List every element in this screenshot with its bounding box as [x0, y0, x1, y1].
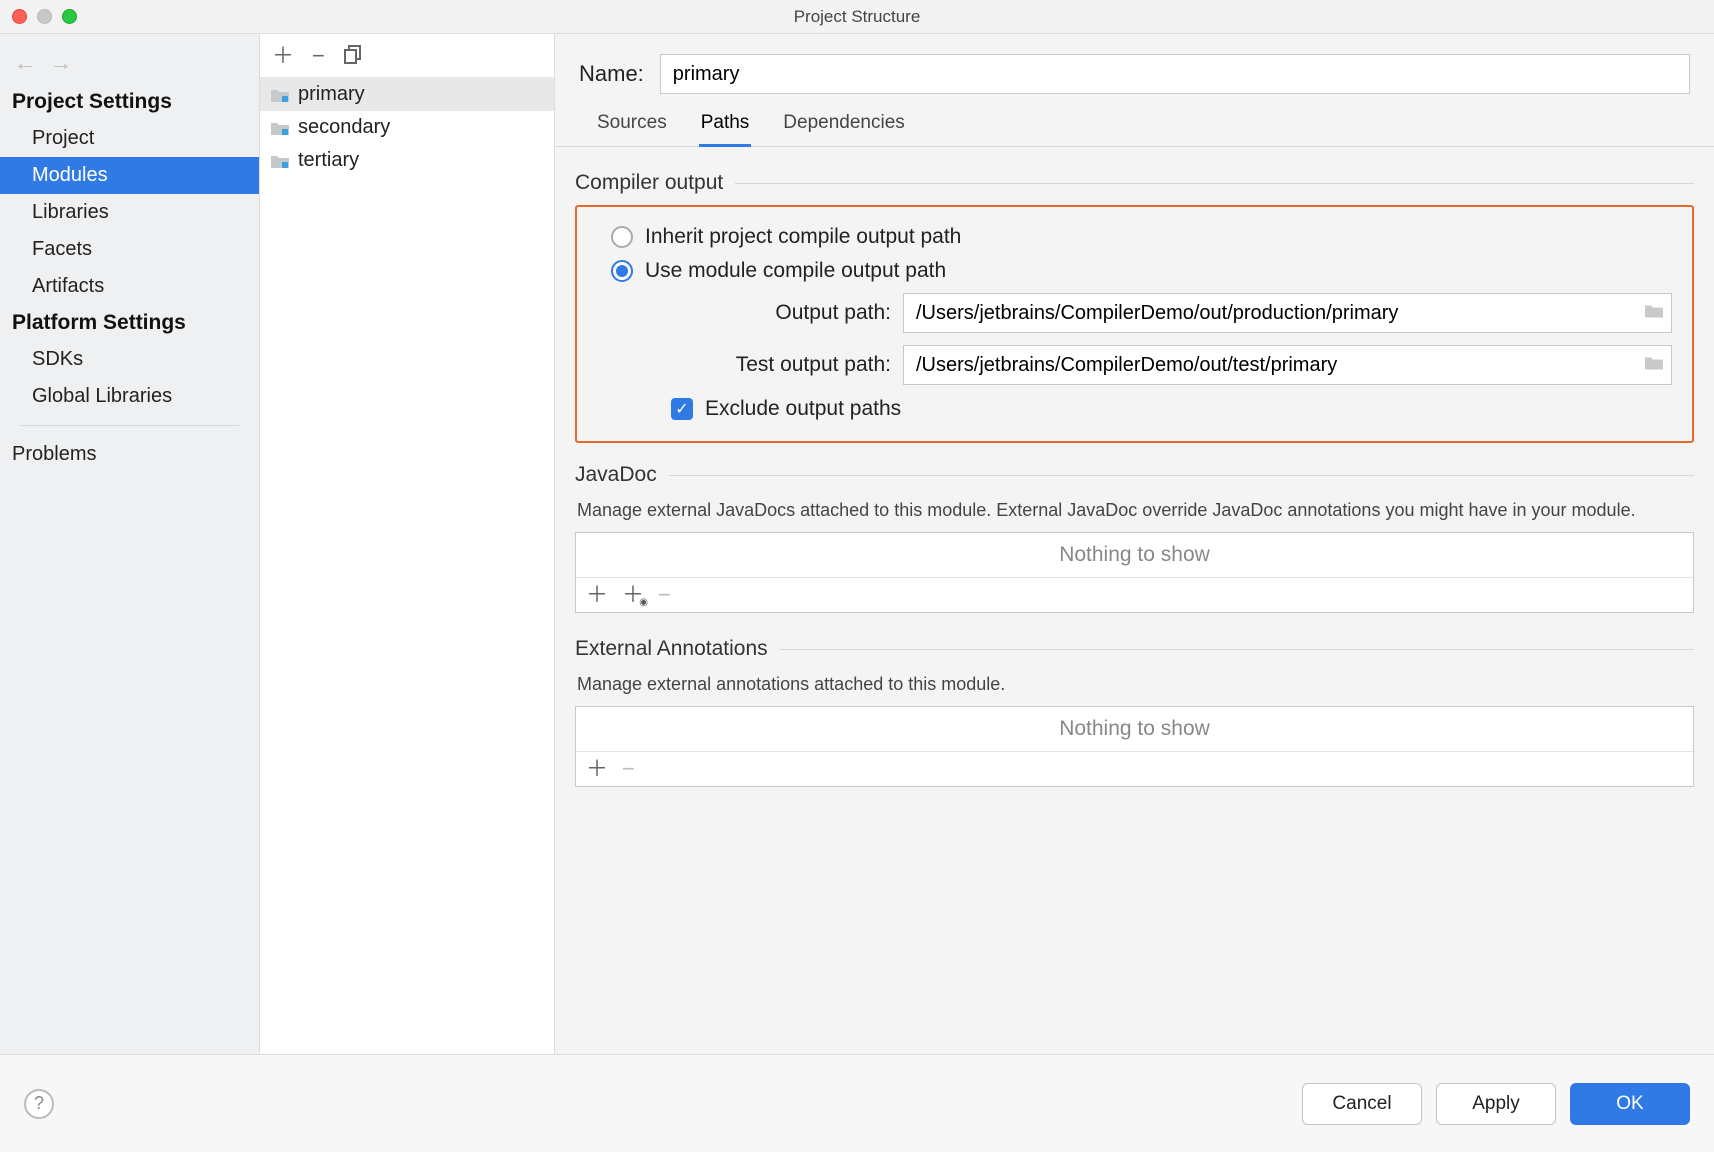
section-rule	[735, 183, 1694, 184]
tab-dependencies[interactable]: Dependencies	[781, 112, 906, 146]
javadoc-list: Nothing to show ＋ ＋◉ −	[575, 532, 1694, 613]
compiler-output-title: Compiler output	[575, 171, 723, 195]
javadoc-title: JavaDoc	[575, 463, 657, 487]
sidebar-item-libraries[interactable]: Libraries	[0, 194, 259, 231]
cancel-button[interactable]: Cancel	[1302, 1083, 1422, 1125]
nav-history: ← →	[0, 34, 259, 84]
module-toolbar: ＋ −	[260, 34, 554, 78]
module-item-secondary[interactable]: secondary	[260, 111, 554, 144]
inherit-radio-row[interactable]: Inherit project compile output path	[611, 225, 1672, 249]
ok-button[interactable]: OK	[1570, 1083, 1690, 1125]
sidebar-item-global-libraries[interactable]: Global Libraries	[0, 378, 259, 415]
titlebar: Project Structure	[0, 0, 1714, 34]
add-icon[interactable]: ＋	[586, 758, 608, 780]
folder-module-icon	[270, 87, 290, 103]
module-item-tertiary[interactable]: tertiary	[260, 144, 554, 177]
section-rule	[669, 475, 1694, 476]
module-item-label: secondary	[298, 116, 390, 139]
window-title: Project Structure	[0, 7, 1714, 27]
exclude-paths-checkbox-row[interactable]: ✓ Exclude output paths	[671, 397, 1672, 421]
checkbox-checked-icon[interactable]: ✓	[671, 398, 693, 420]
browse-folder-icon[interactable]	[1644, 303, 1664, 324]
folder-module-icon	[270, 120, 290, 136]
module-list-panel: ＋ − primary secondary tertiary	[260, 34, 555, 1054]
module-detail-panel: Name: Sources Paths Dependencies Compile…	[555, 34, 1714, 1054]
add-icon[interactable]: ＋	[586, 584, 608, 606]
output-path-label: Output path:	[661, 301, 891, 325]
remove-module-icon[interactable]: −	[312, 45, 325, 67]
add-module-icon[interactable]: ＋	[272, 45, 294, 67]
inherit-radio-label: Inherit project compile output path	[645, 225, 961, 249]
tab-sources[interactable]: Sources	[595, 112, 669, 146]
browse-folder-icon[interactable]	[1644, 355, 1664, 376]
module-item-label: tertiary	[298, 149, 359, 172]
use-module-radio-label: Use module compile output path	[645, 259, 946, 283]
sidebar: ← → Project Settings Project Modules Lib…	[0, 34, 260, 1054]
sidebar-item-sdks[interactable]: SDKs	[0, 341, 259, 378]
sidebar-item-problems[interactable]: Problems	[0, 436, 259, 473]
detail-tabs: Sources Paths Dependencies	[555, 94, 1714, 147]
module-item-primary[interactable]: primary	[260, 78, 554, 111]
javadoc-hint: Manage external JavaDocs attached to thi…	[577, 497, 1692, 524]
name-label: Name:	[579, 61, 644, 87]
test-output-path-input[interactable]	[903, 345, 1672, 385]
sidebar-item-project[interactable]: Project	[0, 120, 259, 157]
folder-module-icon	[270, 153, 290, 169]
annotations-hint: Manage external annotations attached to …	[577, 671, 1692, 698]
sidebar-divider	[20, 425, 239, 426]
radio-icon[interactable]	[611, 260, 633, 282]
radio-icon[interactable]	[611, 226, 633, 248]
remove-icon[interactable]: −	[658, 584, 671, 606]
compiler-output-box: Inherit project compile output path Use …	[575, 205, 1694, 443]
output-path-input[interactable]	[903, 293, 1672, 333]
test-output-path-label: Test output path:	[661, 353, 891, 377]
sidebar-group-project: Project Settings	[0, 84, 259, 120]
use-module-radio-row[interactable]: Use module compile output path	[611, 259, 1672, 283]
sidebar-item-facets[interactable]: Facets	[0, 231, 259, 268]
back-icon[interactable]: ←	[14, 52, 36, 74]
module-item-label: primary	[298, 83, 365, 106]
section-rule	[780, 649, 1694, 650]
annotations-title: External Annotations	[575, 637, 768, 661]
forward-icon[interactable]: →	[50, 52, 72, 74]
annotations-list: Nothing to show ＋ −	[575, 706, 1694, 787]
help-button[interactable]: ?	[24, 1089, 54, 1119]
dialog-footer: ? Cancel Apply OK	[0, 1054, 1714, 1152]
add-url-icon[interactable]: ＋◉	[622, 584, 644, 606]
annotations-empty-label: Nothing to show	[576, 707, 1693, 751]
javadoc-empty-label: Nothing to show	[576, 533, 1693, 577]
name-input[interactable]	[660, 54, 1690, 94]
sidebar-item-artifacts[interactable]: Artifacts	[0, 268, 259, 305]
copy-module-icon[interactable]	[343, 44, 363, 68]
apply-button[interactable]: Apply	[1436, 1083, 1556, 1125]
exclude-paths-label: Exclude output paths	[705, 397, 901, 421]
sidebar-group-platform: Platform Settings	[0, 305, 259, 341]
remove-icon[interactable]: −	[622, 758, 635, 780]
tab-paths[interactable]: Paths	[699, 112, 752, 147]
sidebar-item-modules[interactable]: Modules	[0, 157, 259, 194]
